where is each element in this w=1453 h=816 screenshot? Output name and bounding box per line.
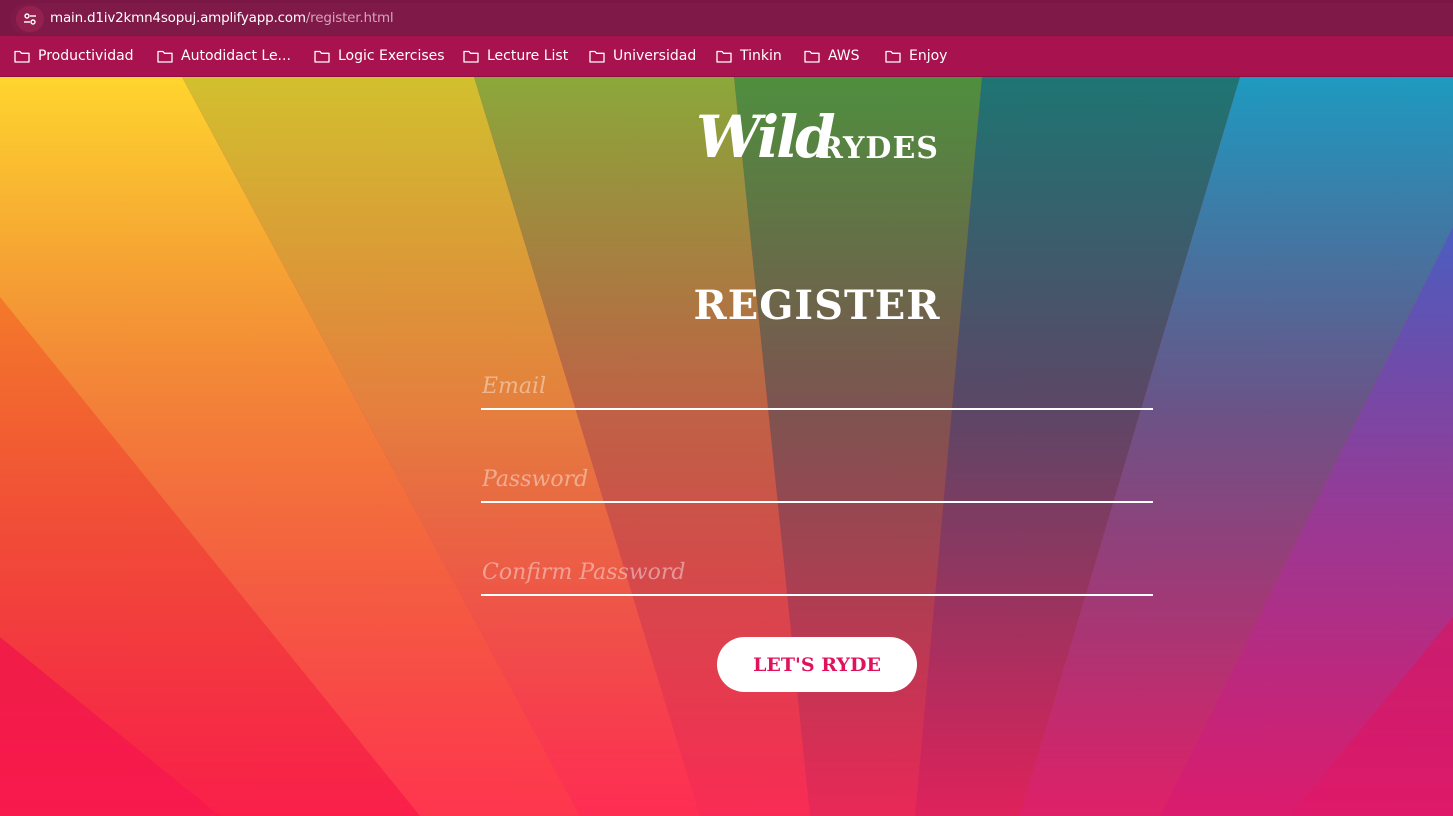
password-field[interactable] — [481, 457, 1153, 503]
folder-icon — [885, 50, 901, 63]
bookmark-label: Autodidact Le... — [181, 48, 291, 64]
wild-rydes-logo: Wild RYDES — [696, 103, 946, 171]
tune-icon[interactable] — [16, 6, 44, 32]
bookmark-label: Productividad — [38, 48, 134, 64]
logo-script: Wild — [696, 103, 836, 171]
bookmark-label: Tinkin — [740, 48, 782, 64]
bookmark-label: Logic Exercises — [338, 48, 445, 64]
bookmark-lecture-list[interactable]: Lecture List — [463, 47, 568, 65]
bookmark-logic-exercises[interactable]: Logic Exercises — [314, 47, 445, 65]
folder-icon — [716, 50, 732, 63]
folder-icon — [157, 50, 173, 63]
bookmark-label: Lecture List — [487, 48, 569, 64]
bookmark-label: AWS — [828, 48, 860, 64]
lets-ryde-button[interactable]: LET'S RYDE — [717, 637, 917, 692]
url-text[interactable]: main.d1iv2kmn4sopuj.amplifyapp.com/regis… — [50, 10, 394, 26]
email-field[interactable] — [481, 364, 1153, 410]
bookmark-productividad[interactable]: Productividad — [14, 47, 134, 65]
rainbow-background — [0, 77, 1453, 816]
page-content: Wild RYDES REGISTER LET'S RYDE — [0, 77, 1453, 816]
bookmark-aws[interactable]: AWS — [804, 47, 860, 65]
bookmark-tinkin[interactable]: Tinkin — [716, 47, 782, 65]
bookmark-label: Universidad — [613, 48, 697, 64]
browser-toolbar: main.d1iv2kmn4sopuj.amplifyapp.com/regis… — [0, 0, 1453, 36]
url-path: /register.html — [305, 10, 394, 26]
bookmark-enjoy[interactable]: Enjoy — [885, 47, 947, 65]
bookmark-label: Enjoy — [909, 48, 948, 64]
folder-icon — [463, 50, 479, 63]
url-host: main.d1iv2kmn4sopuj.amplifyapp.com — [50, 10, 306, 26]
folder-icon — [804, 50, 820, 63]
folder-icon — [14, 50, 30, 63]
bookmarks-bar: Productividad Autodidact Le... Logic Exe… — [0, 36, 1453, 77]
folder-icon — [589, 50, 605, 63]
logo-caps: RYDES — [818, 131, 939, 166]
page-title: REGISTER — [693, 282, 941, 329]
bookmark-universidad[interactable]: Universidad — [589, 47, 696, 65]
folder-icon — [314, 50, 330, 63]
bookmark-autodidact[interactable]: Autodidact Le... — [157, 47, 291, 65]
confirm-password-field[interactable] — [481, 550, 1153, 596]
